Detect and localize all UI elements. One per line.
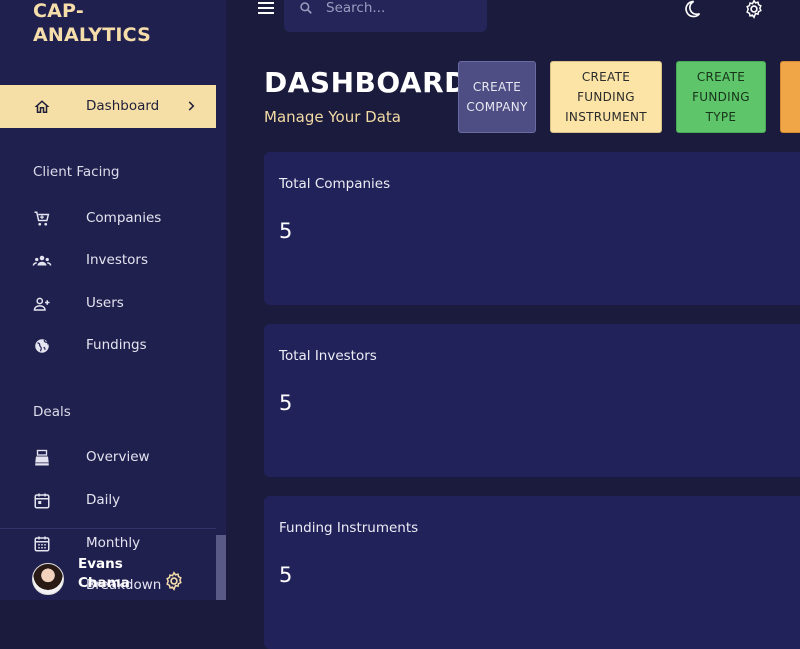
sidebar-item-companies[interactable]: Companies — [0, 204, 216, 234]
chevron-right-icon — [188, 101, 195, 111]
avatar[interactable] — [32, 563, 64, 595]
sidebar-item-overview[interactable]: Overview — [0, 443, 216, 473]
stat-card-value: 5 — [279, 391, 293, 415]
sidebar-scrollbar[interactable] — [216, 535, 226, 600]
settings-gear-icon[interactable] — [744, 0, 764, 19]
stat-card-value: 5 — [279, 563, 293, 587]
globe-icon — [35, 339, 49, 353]
sidebar-item-label: Investors — [86, 252, 149, 268]
stat-card-title: Total Investors — [279, 348, 377, 364]
sidebar-item-label: Companies — [86, 210, 162, 226]
search-input[interactable] — [324, 0, 474, 17]
gear-icon[interactable] — [164, 571, 184, 591]
groups-icon — [32, 255, 52, 266]
create-extra-button[interactable] — [780, 61, 800, 133]
calendar-month-icon — [34, 536, 50, 552]
section-title-deals: Deals — [33, 404, 71, 420]
create-company-button[interactable]: CREATE COMPANY — [458, 61, 536, 133]
create-funding-type-button[interactable]: CREATE FUNDING TYPE — [676, 61, 766, 133]
page-title: DASHBOARD — [264, 66, 468, 99]
search-bar[interactable] — [284, 0, 487, 32]
dark-mode-icon[interactable] — [682, 0, 702, 19]
user-profile[interactable]: Evans Chama — [0, 555, 216, 600]
page-subtitle: Manage Your Data — [264, 108, 401, 126]
stat-card-funding-instruments: Funding Instruments 5 — [264, 496, 800, 649]
stat-card-value: 5 — [279, 219, 293, 243]
stat-card-total-companies: Total Companies 5 — [264, 152, 800, 305]
section-title-client-facing: Client Facing — [33, 164, 120, 180]
cart-icon — [34, 211, 50, 226]
sidebar-item-label: Monthly — [86, 535, 141, 551]
brand-line-2: ANALYTICS — [33, 24, 152, 46]
sidebar-item-fundings[interactable]: Fundings — [0, 331, 216, 361]
person-add-icon — [33, 297, 50, 311]
brand-line-1: CAP- — [33, 0, 84, 22]
user-name: Evans Chama — [78, 556, 130, 591]
sidebar-item-daily[interactable]: Daily — [0, 486, 216, 516]
sidebar-item-investors[interactable]: Investors — [0, 246, 216, 276]
sidebar-item-label: Daily — [86, 492, 121, 508]
sidebar-item-users[interactable]: Users — [0, 289, 216, 319]
stat-card-title: Total Companies — [279, 176, 391, 192]
sidebar-item-label: Dashboard — [86, 98, 160, 114]
sidebar-item-label: Fundings — [86, 337, 147, 353]
menu-icon[interactable] — [258, 1, 274, 15]
sidebar-item-label: Users — [86, 295, 124, 311]
stat-card-title: Funding Instruments — [279, 520, 419, 536]
home-icon — [34, 100, 50, 113]
search-icon — [300, 2, 312, 14]
calendar-day-icon — [34, 493, 50, 509]
sidebar-item-dashboard[interactable]: Dashboard — [0, 85, 216, 128]
create-funding-instrument-button[interactable]: CREATE FUNDING INSTRUMENT — [550, 61, 662, 133]
brand-logo[interactable]: CAP- ANALYTICS — [33, 0, 151, 47]
point-of-sale-icon — [35, 449, 49, 466]
sidebar: CAP- ANALYTICS Dashboard Client Facing C… — [0, 0, 226, 600]
sidebar-item-label: Overview — [86, 449, 150, 465]
stat-card-total-investors: Total Investors 5 — [264, 324, 800, 477]
